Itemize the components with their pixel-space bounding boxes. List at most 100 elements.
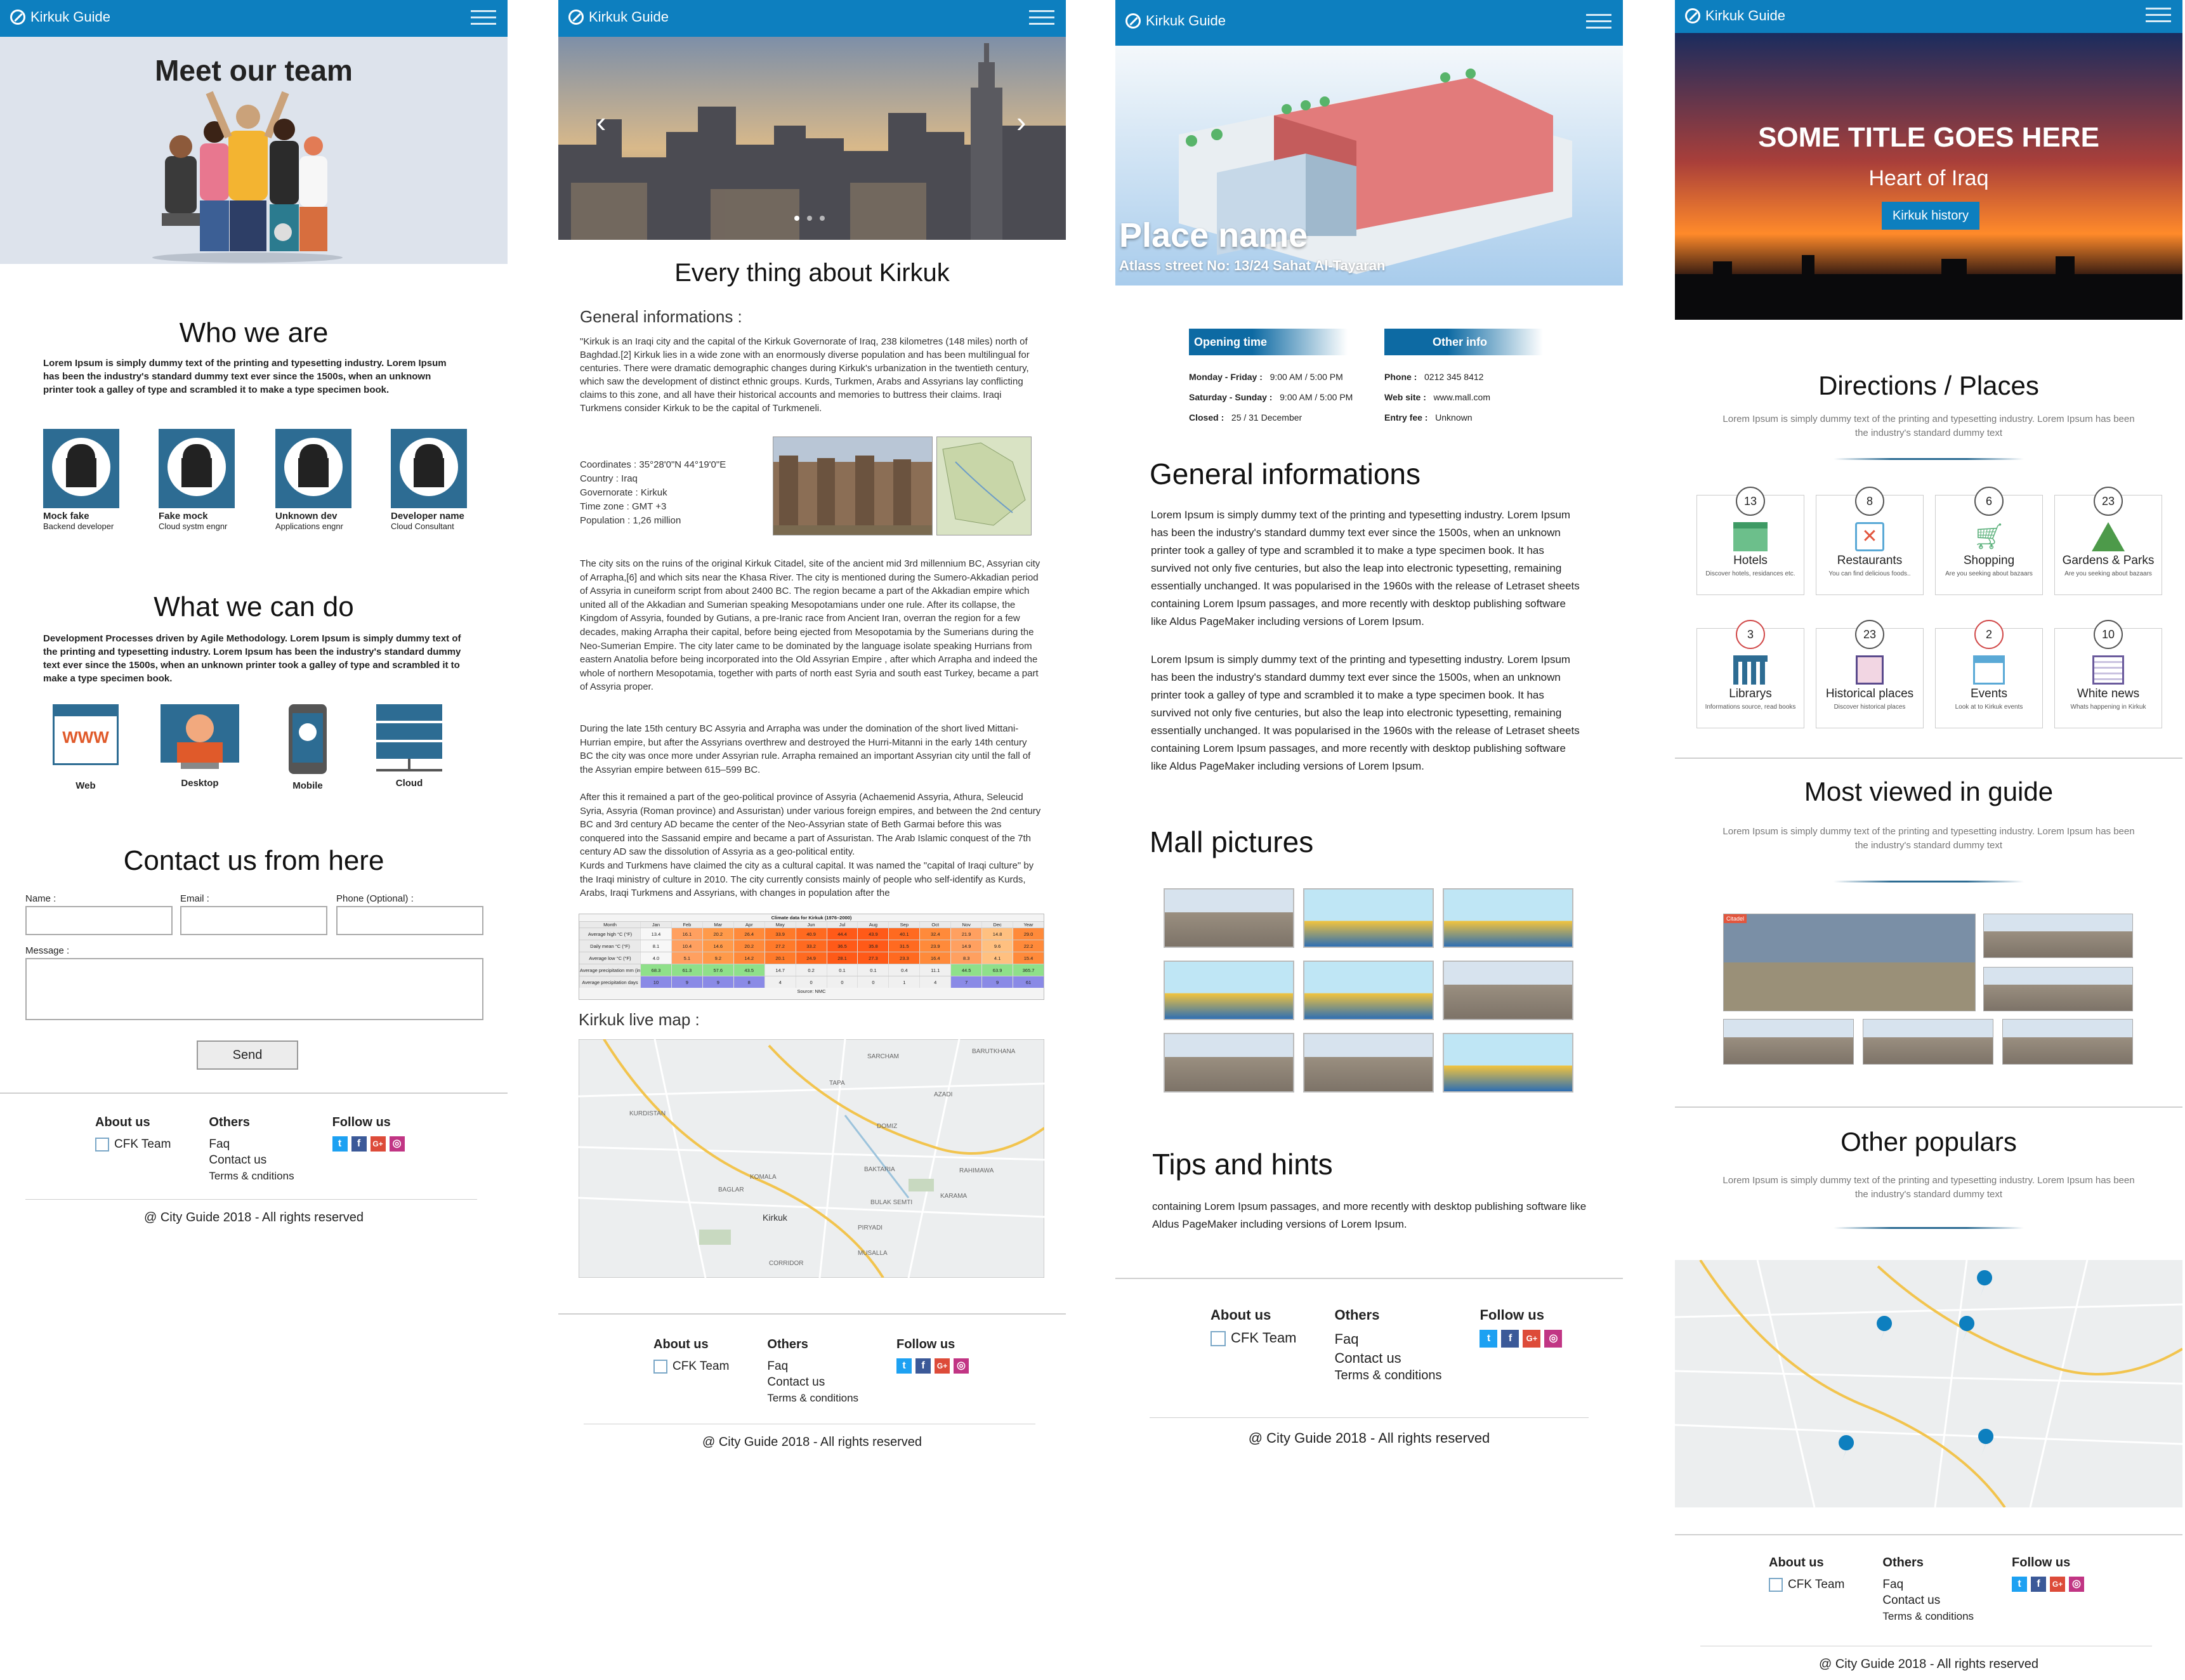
- footer-team-link[interactable]: CFK Team: [95, 1136, 171, 1152]
- hero-subtitle: Heart of Iraq: [1868, 166, 1989, 190]
- desktop-icon: [161, 704, 239, 763]
- facebook-icon[interactable]: f: [1501, 1330, 1519, 1348]
- faq-link[interactable]: Faq: [1335, 1330, 1442, 1349]
- gallery-thumb[interactable]: [1164, 961, 1294, 1020]
- climate-cell: 14.7: [764, 964, 796, 976]
- name-field[interactable]: [25, 906, 173, 935]
- facebook-icon[interactable]: f: [915, 1358, 931, 1374]
- category-news[interactable]: 10 White news Whats happening in Kirkuk: [2054, 620, 2162, 728]
- category-historical[interactable]: 23 Historical places Discover historical…: [1816, 620, 1924, 728]
- gallery-thumb[interactable]: [1303, 961, 1434, 1020]
- google-plus-icon[interactable]: G+: [370, 1136, 386, 1152]
- service-cloud[interactable]: Cloud: [374, 704, 444, 789]
- faq-link[interactable]: Faq: [767, 1358, 858, 1374]
- gallery-thumb[interactable]: [1164, 1033, 1294, 1093]
- climate-cell: 24.9: [795, 952, 827, 964]
- send-button[interactable]: Send: [197, 1040, 298, 1070]
- category-libraries[interactable]: 3 Librarys Informations source, read boo…: [1696, 620, 1804, 728]
- category-shopping[interactable]: 6 🛒︎ Shopping Are you seeking about baza…: [1935, 487, 2043, 595]
- contact-link[interactable]: Contact us: [209, 1152, 294, 1168]
- footer-links: About us CFK Team Others Faq Contact us Term…: [95, 1115, 405, 1184]
- team-member[interactable]: Fake mock Cloud systm engnr: [159, 429, 254, 531]
- gallery-thumb[interactable]: [1983, 967, 2133, 1011]
- twitter-icon[interactable]: t: [1480, 1330, 1498, 1348]
- menu-icon[interactable]: [471, 10, 496, 27]
- contact-link[interactable]: Contact us: [767, 1374, 858, 1390]
- gallery-thumb[interactable]: [1443, 888, 1573, 948]
- gallery-thumb[interactable]: [1983, 914, 2133, 958]
- team-member[interactable]: Mock fake Backend developer: [43, 429, 138, 531]
- facebook-icon[interactable]: f: [351, 1136, 367, 1152]
- instagram-icon[interactable]: ◎: [954, 1358, 969, 1374]
- photo-badge: Citadel: [1724, 914, 1747, 923]
- brand-link[interactable]: Kirkuk Guide: [1125, 13, 1226, 29]
- climate-cell: 20.2: [702, 928, 733, 940]
- prev-arrow: ‹: [596, 105, 606, 138]
- brand-link[interactable]: Kirkuk Guide: [1685, 8, 1785, 24]
- email-field[interactable]: [180, 906, 327, 935]
- live-map[interactable]: SARCHAM BARUTKHANA TAPA AZADI KURDISTAN DOM…: [579, 1039, 1044, 1278]
- region-map[interactable]: [936, 436, 1032, 535]
- footer-about: About us CFK Team: [1211, 1307, 1297, 1384]
- service-mobile[interactable]: Mobile: [273, 704, 343, 791]
- footer-heading: Follow us: [2012, 1556, 2071, 1570]
- category-restaurants[interactable]: 8 ✕ Restaurants You can find delicious f…: [1816, 487, 1924, 595]
- category-hotels[interactable]: 13 Hotels Discover hotels, residances et…: [1696, 487, 1804, 595]
- gallery-thumb[interactable]: [1443, 1033, 1573, 1093]
- instagram-icon[interactable]: ◎: [1544, 1330, 1563, 1348]
- brand-link[interactable]: Kirkuk Guide: [10, 9, 110, 25]
- message-field[interactable]: [25, 958, 483, 1020]
- team-member[interactable]: Unknown dev Applications engnr: [275, 429, 371, 531]
- featured-photo[interactable]: Citadel: [1723, 914, 1976, 1011]
- gallery-thumb[interactable]: [1303, 1033, 1434, 1093]
- gallery-thumb[interactable]: [1443, 961, 1573, 1020]
- gallery-thumb[interactable]: [1723, 1019, 1854, 1065]
- terms-link[interactable]: Terms & cnditions: [209, 1168, 294, 1184]
- places-map[interactable]: [1675, 1260, 2182, 1507]
- gallery-thumb[interactable]: [2002, 1019, 2133, 1065]
- team-illustration: [152, 91, 343, 263]
- menu-icon[interactable]: [2146, 8, 2171, 24]
- phone-field[interactable]: [336, 906, 483, 935]
- google-plus-icon[interactable]: G+: [1523, 1330, 1541, 1348]
- gallery-thumb[interactable]: [1164, 888, 1294, 948]
- divider: [1115, 1278, 1623, 1279]
- footer-team-link[interactable]: CFK Team: [1211, 1330, 1297, 1347]
- menu-icon[interactable]: [1586, 14, 1611, 30]
- contact-link[interactable]: Contact us: [1335, 1349, 1442, 1368]
- instagram-icon[interactable]: ◎: [2069, 1577, 2085, 1592]
- twitter-icon[interactable]: t: [332, 1136, 348, 1152]
- terms-link[interactable]: Terms & conditions: [767, 1390, 858, 1406]
- footer-team-link[interactable]: CFK Team: [653, 1358, 729, 1374]
- twitter-icon[interactable]: t: [896, 1358, 912, 1374]
- category-events[interactable]: 2 Events Look at to Kirkuk events: [1935, 620, 2043, 728]
- facebook-icon[interactable]: f: [2031, 1577, 2047, 1592]
- footer-team-link[interactable]: CFK Team: [1769, 1577, 1844, 1592]
- terms-link[interactable]: Terms & conditions: [1882, 1608, 1974, 1624]
- climate-row-label: Average precipitation days: [579, 976, 640, 988]
- service-desktop[interactable]: Desktop: [159, 704, 241, 789]
- google-plus-icon[interactable]: G+: [2050, 1577, 2066, 1592]
- twitter-icon[interactable]: t: [2012, 1577, 2028, 1592]
- history-button[interactable]: Kirkuk history: [1882, 202, 1979, 230]
- svg-text:DOMIZ: DOMIZ: [877, 1123, 897, 1130]
- general-title: General informations: [1150, 457, 1421, 490]
- gallery-thumb[interactable]: [1863, 1019, 1993, 1065]
- google-plus-icon[interactable]: G+: [935, 1358, 950, 1374]
- category-desc: Look at to Kirkuk events: [1955, 704, 2023, 711]
- category-parks[interactable]: 23 Gardens & Parks Are you seeking about…: [2054, 487, 2162, 595]
- info-row[interactable]: Web site : www.mall.com: [1384, 387, 1490, 407]
- menu-icon[interactable]: [1029, 10, 1054, 27]
- citadel-photo[interactable]: [773, 436, 933, 535]
- service-web[interactable]: WWW Web: [51, 704, 121, 791]
- contact-link[interactable]: Contact us: [1882, 1592, 1974, 1608]
- climate-cell: 22.2: [1013, 940, 1044, 952]
- terms-link[interactable]: Terms & conditions: [1335, 1368, 1442, 1384]
- faq-link[interactable]: Faq: [1882, 1577, 1974, 1592]
- brand-link[interactable]: Kirkuk Guide: [568, 9, 669, 25]
- gallery-thumb[interactable]: [1303, 888, 1434, 948]
- instagram-icon[interactable]: ◎: [389, 1136, 405, 1152]
- faq-link[interactable]: Faq: [209, 1136, 294, 1152]
- about-page: Kirkuk Guide ‹ › Every thing about Kirku…: [558, 0, 1066, 1680]
- team-member[interactable]: Developer name Cloud Consultant: [391, 429, 486, 531]
